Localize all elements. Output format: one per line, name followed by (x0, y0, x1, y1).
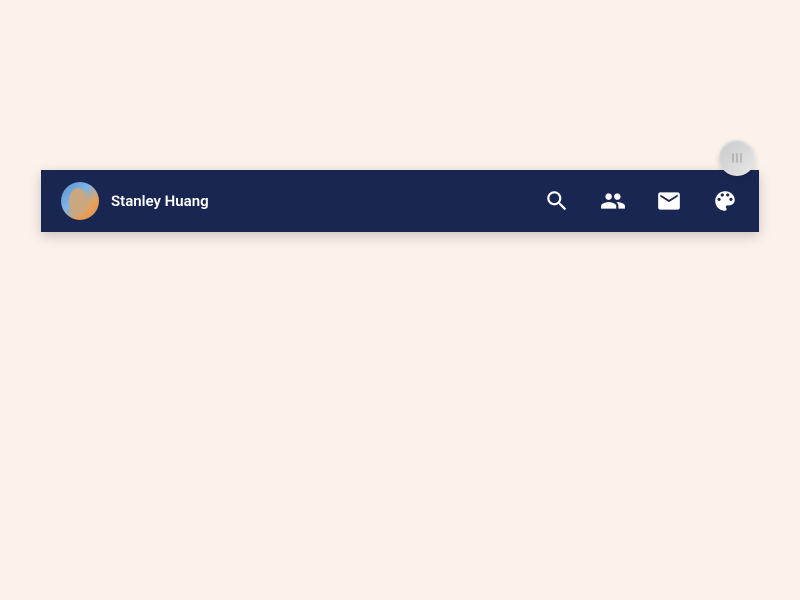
palette-icon (712, 188, 738, 214)
navbar-left: Stanley Huang (61, 182, 209, 220)
avatar[interactable] (61, 182, 99, 220)
messages-icon (656, 188, 682, 214)
search-button[interactable] (543, 187, 571, 215)
navbar-right (543, 187, 739, 215)
friends-icon (600, 188, 626, 214)
username-label[interactable]: Stanley Huang (111, 192, 209, 210)
grip-icon (732, 153, 742, 163)
friends-button[interactable] (599, 187, 627, 215)
drag-handle[interactable] (719, 140, 755, 176)
messages-button[interactable] (655, 187, 683, 215)
search-icon (544, 188, 570, 214)
navbar: Stanley Huang (41, 170, 759, 232)
palette-button[interactable] (711, 187, 739, 215)
